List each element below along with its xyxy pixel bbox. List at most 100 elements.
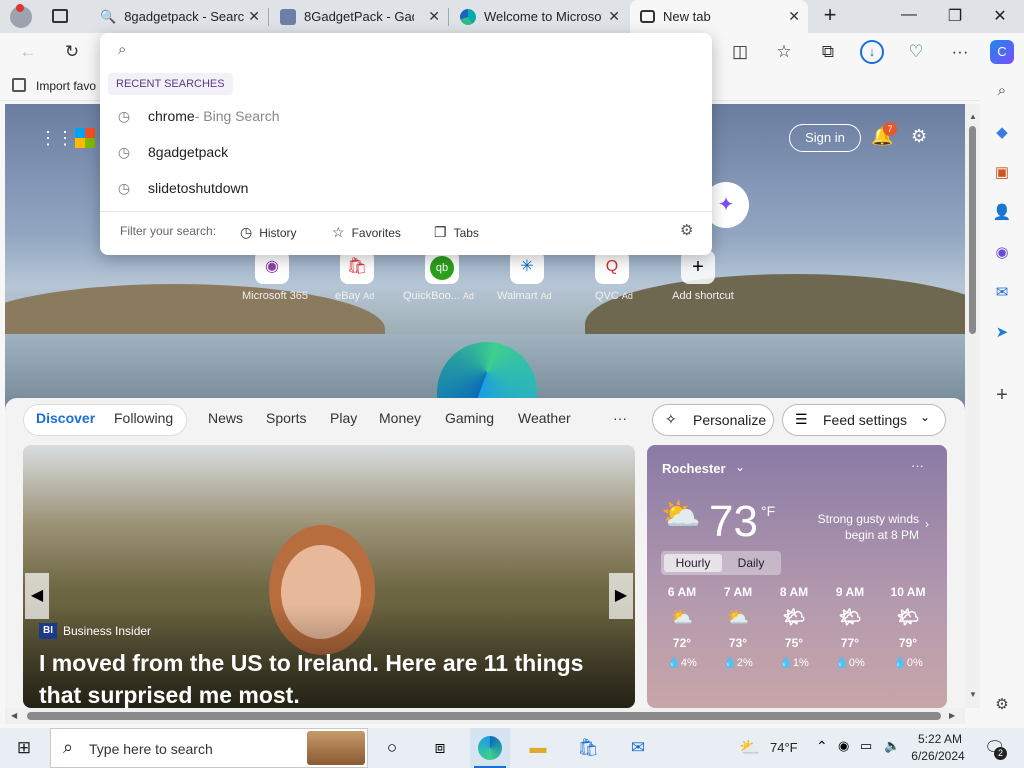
ebay-icon[interactable]: 🛍: [340, 250, 374, 284]
weather-alert[interactable]: Strong gusty winds begin at 8 PM: [793, 511, 919, 543]
shortcut-label[interactable]: Microsoft 365: [235, 290, 315, 302]
scrollbar-thumb[interactable]: [969, 126, 976, 334]
filter-history[interactable]: ◷ History: [240, 224, 297, 241]
clock-date[interactable]: 6/26/2024: [906, 749, 970, 763]
tab-news[interactable]: News: [208, 410, 243, 426]
restore-button[interactable]: ❐: [940, 6, 970, 26]
edge-icon[interactable]: [478, 736, 502, 760]
import-favorites-link[interactable]: Import favo: [36, 79, 96, 93]
search-settings-icon[interactable]: ⚙: [680, 221, 693, 239]
add-sidebar-app-icon[interactable]: +: [990, 383, 1014, 407]
send-icon[interactable]: ➤: [990, 321, 1014, 345]
outlook-icon[interactable]: ✉: [990, 281, 1014, 305]
task-view-icon[interactable]: ⧈: [428, 736, 452, 760]
microsoft365-icon[interactable]: ◉: [255, 250, 289, 284]
tab-actions-icon[interactable]: [52, 9, 68, 23]
shortcut-label[interactable]: eBay Ad: [335, 290, 374, 302]
shopping-tag-icon[interactable]: ◆: [990, 121, 1014, 145]
collections-icon[interactable]: ⧉: [816, 40, 840, 64]
network-icon[interactable]: ▭: [860, 738, 872, 754]
walmart-icon[interactable]: ✳: [510, 250, 544, 284]
tab-sports[interactable]: Sports: [266, 410, 306, 426]
more-tabs-icon[interactable]: ···: [613, 410, 627, 426]
hour-temp: 77°: [840, 636, 860, 650]
meet-now-icon[interactable]: ◉: [838, 738, 849, 754]
new-tab-button[interactable]: +: [815, 2, 845, 28]
sidebar-settings-icon[interactable]: ⚙: [990, 693, 1014, 717]
tab-8gadgetpack-gadgets[interactable]: 8GadgetPack - Gadgets ✕: [270, 0, 448, 33]
back-arrow-icon[interactable]: ←: [16, 40, 40, 64]
add-shortcut-icon[interactable]: +: [681, 250, 715, 284]
shortcut-label[interactable]: Walmart Ad: [497, 290, 552, 302]
tab-hourly[interactable]: Hourly: [664, 554, 722, 572]
scrollbar-thumb[interactable]: [27, 712, 941, 720]
settings-gear-icon[interactable]: ⚙: [911, 126, 927, 147]
qvc-icon[interactable]: Q: [595, 250, 629, 284]
tab-following[interactable]: Following: [114, 410, 173, 426]
recent-search-item[interactable]: ◷ slidetoshutdown: [100, 171, 712, 205]
article-card[interactable]: ◀ ▶ BI Business Insider I moved from the…: [23, 445, 635, 708]
close-tab-icon[interactable]: ✕: [788, 8, 800, 25]
quickbooks-icon[interactable]: qb: [425, 250, 459, 284]
hour-temp: 75°: [784, 636, 804, 650]
weather-sun-icon: ⛅: [739, 738, 761, 757]
people-icon[interactable]: 👤: [990, 201, 1014, 225]
cortana-icon[interactable]: ○: [380, 736, 404, 760]
tab-discover[interactable]: Discover: [36, 410, 95, 426]
more-options-icon[interactable]: ···: [911, 458, 924, 473]
clock-time[interactable]: 5:22 AM: [914, 732, 966, 746]
volume-icon[interactable]: 🔈: [884, 738, 900, 754]
minimize-button[interactable]: —: [894, 6, 924, 24]
file-explorer-icon[interactable]: ▬: [526, 736, 550, 760]
filter-favorites[interactable]: ☆ Favorites: [332, 224, 401, 241]
close-tab-icon[interactable]: ✕: [608, 8, 620, 25]
taskbar-search-box[interactable]: ⌕ Type here to search: [50, 728, 368, 768]
tab-welcome-microsoft[interactable]: Welcome to Microsoft ✕: [450, 0, 628, 33]
tab-weather[interactable]: Weather: [518, 410, 571, 426]
taskbar-weather-temp[interactable]: 74°F: [770, 740, 798, 755]
horizontal-scrollbar[interactable]: ◀ ▶: [5, 708, 965, 724]
browser-essentials-icon[interactable]: ♡: [904, 40, 928, 64]
article-headline[interactable]: I moved from the US to Ireland. Here are…: [39, 647, 619, 708]
weather-card[interactable]: Rochester ⌄ ··· ⛅ 73 °F Strong gusty win…: [647, 445, 947, 708]
close-window-button[interactable]: ✕: [985, 6, 1015, 26]
tab-new-tab[interactable]: New tab ✕: [630, 0, 808, 33]
tab-daily[interactable]: Daily: [727, 554, 775, 572]
tab-gaming[interactable]: Gaming: [445, 410, 494, 426]
microsoft-store-icon[interactable]: 🛍: [576, 736, 600, 760]
filter-tabs[interactable]: ❐ Tabs: [434, 224, 479, 241]
close-tab-icon[interactable]: ✕: [428, 8, 440, 25]
tab-play[interactable]: Play: [330, 410, 357, 426]
shortcut-label[interactable]: Add shortcut: [663, 290, 743, 302]
notification-badge: 7: [883, 122, 897, 136]
windows-start-icon[interactable]: ⊞: [12, 736, 36, 760]
address-search-input[interactable]: [140, 37, 700, 65]
prev-arrow-icon[interactable]: ◀: [25, 573, 49, 619]
close-tab-icon[interactable]: ✕: [248, 8, 260, 25]
tab-money[interactable]: Money: [379, 410, 421, 426]
office-icon[interactable]: ◉: [990, 241, 1014, 265]
refresh-icon[interactable]: ↻: [60, 40, 84, 64]
more-menu-icon[interactable]: ···: [948, 40, 972, 64]
downloads-icon[interactable]: ↓: [860, 40, 884, 64]
recent-search-item[interactable]: ◷ chrome - Bing Search: [100, 99, 712, 133]
tab-8gadgetpack-search[interactable]: 🔍 8gadgetpack - Search ✕: [90, 0, 268, 33]
recent-search-item[interactable]: ◷ 8gadgetpack: [100, 135, 712, 169]
mail-icon[interactable]: ✉: [626, 736, 650, 760]
favorites-icon[interactable]: ☆: [772, 40, 796, 64]
vertical-scrollbar[interactable]: ▲ ▼: [965, 104, 980, 708]
shortcut-label[interactable]: QVC Ad: [595, 290, 633, 302]
sign-in-button[interactable]: Sign in: [789, 124, 861, 152]
chevron-down-icon[interactable]: ⌄: [735, 460, 745, 474]
shortcut-label[interactable]: QuickBoo... Ad: [403, 290, 474, 302]
split-screen-icon[interactable]: ◫: [728, 40, 752, 64]
copilot-icon[interactable]: C: [990, 40, 1014, 64]
search-icon[interactable]: ⌕: [990, 79, 1014, 103]
next-arrow-icon[interactable]: ▶: [609, 573, 633, 619]
weather-location[interactable]: Rochester: [662, 461, 726, 476]
microsoft-logo[interactable]: [75, 128, 95, 148]
tools-icon[interactable]: ▣: [990, 161, 1014, 185]
hour-temp: 73°: [728, 636, 748, 650]
chevron-right-icon[interactable]: ›: [925, 517, 929, 531]
show-hidden-icons-chevron[interactable]: ⌃: [816, 738, 828, 755]
